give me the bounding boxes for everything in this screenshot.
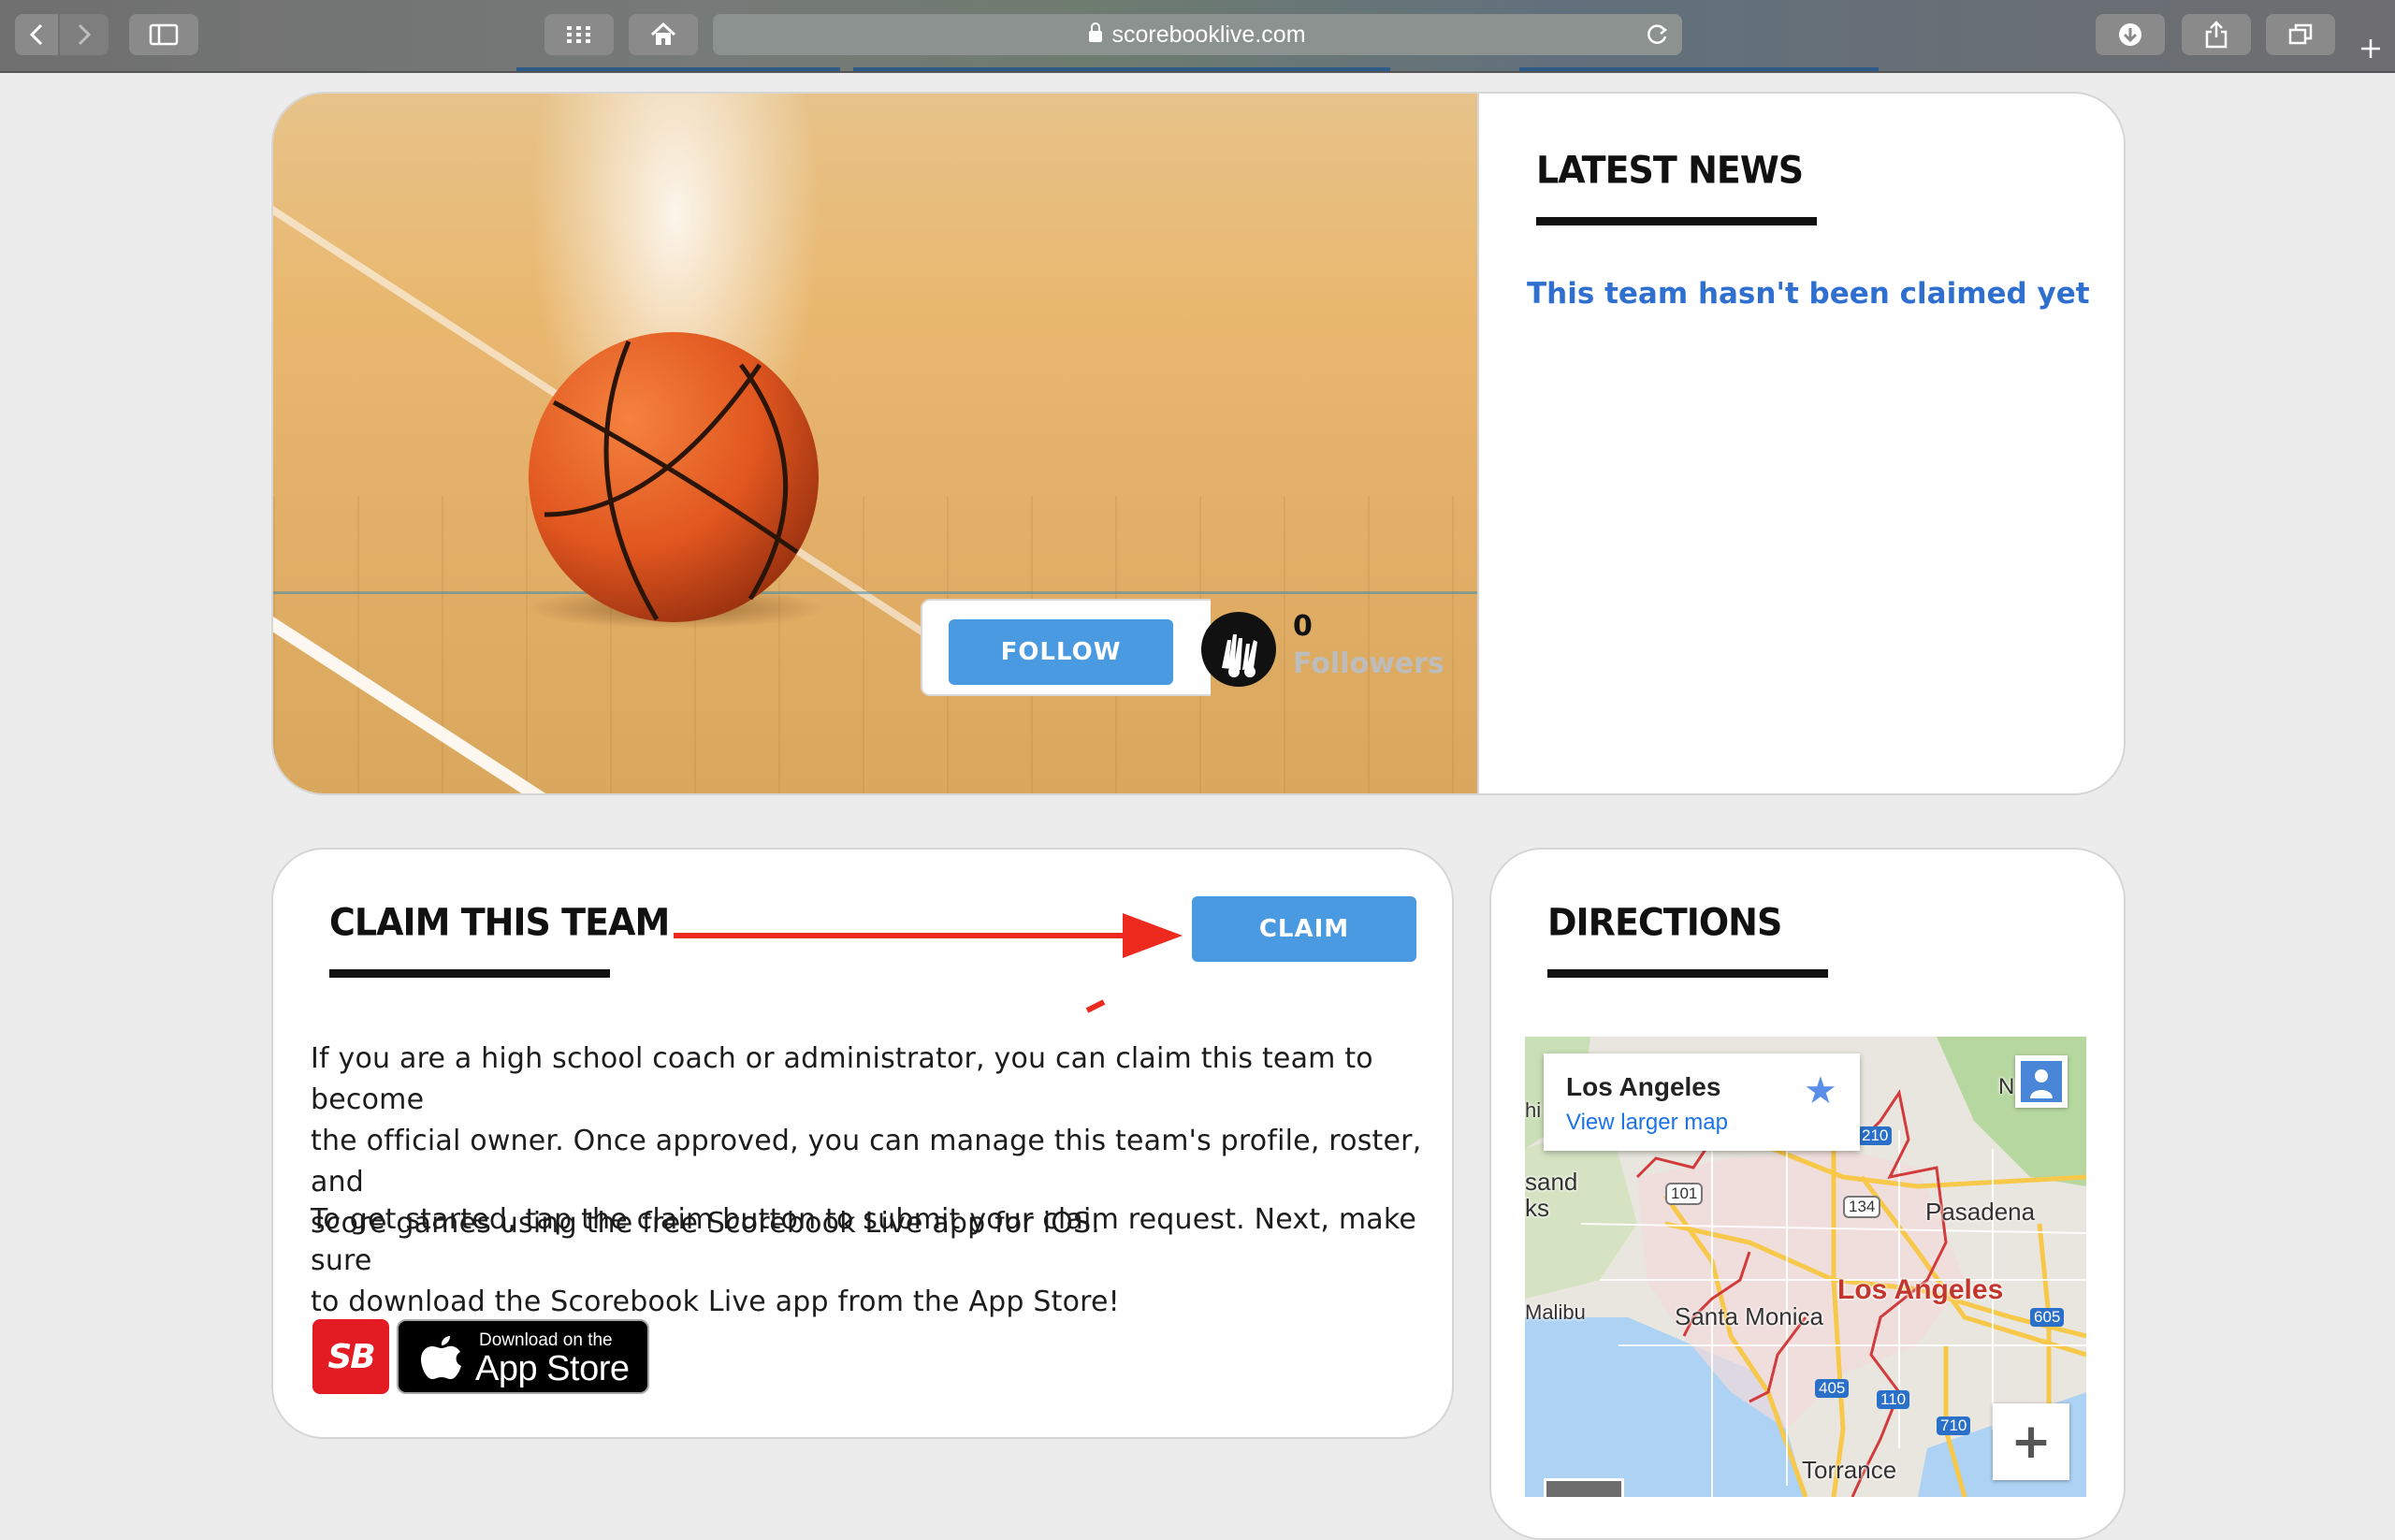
claim-text-line: the official owner. Once approved, you c…	[311, 1125, 1422, 1199]
map-label: hi	[1525, 1098, 1542, 1122]
map-label: Malibu	[1525, 1300, 1586, 1324]
followers-label: Followers	[1293, 647, 1444, 680]
map-zoom-in-button[interactable]: +	[1993, 1403, 2069, 1480]
arrow-annotation	[674, 913, 1183, 958]
heading-underline	[1536, 217, 1817, 225]
tab-indicator	[516, 67, 840, 71]
claim-button[interactable]: CLAIM	[1192, 896, 1416, 962]
claim-heading: CLAIM THIS TEAM	[329, 900, 670, 945]
directions-heading: DIRECTIONS	[1547, 900, 1782, 945]
view-larger-map-link[interactable]: View larger map	[1566, 1110, 1728, 1136]
fans-icon	[1201, 612, 1276, 687]
map-place-title: Los Angeles	[1566, 1072, 1721, 1101]
follow-button[interactable]: FOLLOW	[949, 619, 1173, 685]
map-layer-thumbnail[interactable]	[1544, 1478, 1624, 1497]
highway-shield: 101	[1665, 1183, 1704, 1205]
card-divider	[1477, 92, 1479, 795]
claim-text-line: to download the Scorebook Live app from …	[311, 1286, 1120, 1318]
location-map[interactable]: Pasadena Los Angeles Santa Monica Malibu…	[1525, 1037, 2086, 1497]
sidebar-button[interactable]	[129, 14, 198, 55]
claim-instructions: To get started, tap the claim button to …	[311, 1199, 1433, 1323]
chevron-right-icon	[78, 23, 92, 46]
annotation-mark	[1085, 999, 1106, 1013]
address-bar[interactable]: scorebooklive.com	[713, 14, 1682, 55]
claim-text-line: If you are a high school coach or admini…	[311, 1042, 1373, 1116]
app-store-badge[interactable]: Download on the App Store	[397, 1319, 649, 1394]
browser-toolbar: scorebooklive.com	[0, 0, 2395, 73]
save-star-icon[interactable]: ★	[1804, 1072, 1837, 1110]
map-label: N	[1998, 1074, 2015, 1099]
map-label: Santa Monica	[1675, 1302, 1823, 1330]
share-icon	[2205, 21, 2228, 49]
heading-underline	[1547, 969, 1828, 978]
reload-icon[interactable]	[1645, 22, 1669, 47]
map-label: sand	[1525, 1168, 1578, 1196]
latest-news-heading: LATEST NEWS	[1536, 148, 1804, 193]
plus-icon	[2361, 39, 2380, 58]
chevron-left-icon	[29, 23, 43, 46]
basketball-image	[516, 327, 825, 640]
url-text: scorebooklive.com	[1111, 21, 1306, 48]
back-button[interactable]	[15, 14, 58, 55]
sidebar-icon	[149, 23, 179, 46]
grid-icon	[567, 26, 590, 43]
forward-button[interactable]	[60, 14, 109, 55]
tab-indicator	[1519, 67, 1879, 71]
map-label: Los Angeles	[1837, 1274, 2004, 1305]
appstore-big-text: App Store	[475, 1349, 630, 1388]
hero-image	[273, 94, 1478, 793]
tab-indicator	[853, 67, 1390, 71]
highway-shield: 134	[1843, 1196, 1881, 1218]
tabs-icon	[2288, 23, 2313, 45]
unclaimed-notice: This team hasn't been claimed yet	[1527, 277, 2090, 311]
map-label: Torrance	[1802, 1456, 1897, 1484]
map-label: Pasadena	[1925, 1198, 2036, 1226]
map-label: ks	[1525, 1194, 1549, 1222]
highway-shield: 405	[1815, 1379, 1850, 1398]
top-sites-button[interactable]	[544, 14, 614, 55]
new-tab-button[interactable]	[2350, 28, 2391, 69]
logo-text: SB	[327, 1337, 375, 1376]
appstore-small-text: Download on the	[479, 1330, 613, 1350]
court-line	[273, 591, 1478, 594]
tabs-button[interactable]	[2266, 14, 2335, 55]
downloads-button[interactable]	[2096, 14, 2165, 55]
heading-underline	[329, 969, 610, 978]
home-button[interactable]	[629, 14, 698, 55]
team-header-card: FOLLOW 0 Followers LATEST NEWS This team…	[271, 92, 2126, 795]
claim-text-line: To get started, tap the claim button to …	[311, 1203, 1416, 1277]
download-icon	[2119, 23, 2141, 46]
highway-shield: 210	[1858, 1126, 1893, 1145]
share-button[interactable]	[2182, 14, 2251, 55]
home-icon	[650, 22, 676, 45]
map-info-card: Los Angeles View larger map ★	[1544, 1053, 1860, 1151]
lock-icon	[1089, 22, 1103, 42]
claim-team-card: CLAIM THIS TEAM CLAIM If you are a high …	[271, 848, 1454, 1439]
apple-icon	[421, 1336, 461, 1379]
highway-shield: 605	[2030, 1308, 2065, 1327]
followers-count: 0	[1293, 610, 1313, 643]
scorebook-live-logo[interactable]: SB	[312, 1319, 389, 1394]
highway-shield: 710	[1937, 1417, 1971, 1435]
highway-shield: 110	[1877, 1390, 1910, 1409]
street-view-pegman-icon[interactable]	[2015, 1055, 2068, 1108]
